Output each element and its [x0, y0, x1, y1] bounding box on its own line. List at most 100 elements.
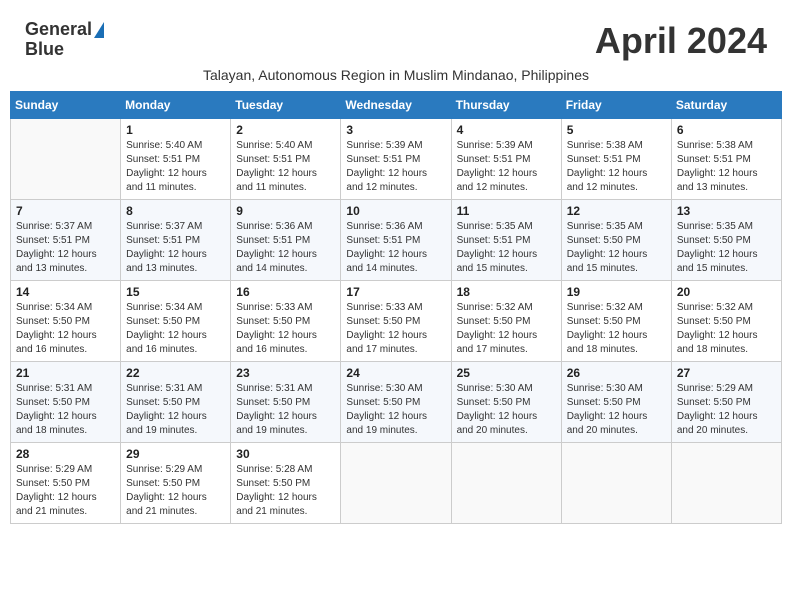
calendar-table: SundayMondayTuesdayWednesdayThursdayFrid…: [10, 91, 782, 524]
calendar-day-cell: 12Sunrise: 5:35 AMSunset: 5:50 PMDayligh…: [561, 200, 671, 281]
weekday-header-friday: Friday: [561, 92, 671, 119]
logo: General Blue: [25, 20, 104, 60]
calendar-header-row: SundayMondayTuesdayWednesdayThursdayFrid…: [11, 92, 782, 119]
day-number: 27: [677, 366, 776, 380]
calendar-week-row: 28 Sunrise: 5:29 AMSunset: 5:50 PMDayligh…: [11, 443, 782, 524]
day-number: 11: [457, 204, 556, 218]
weekday-header-sunday: Sunday: [11, 92, 121, 119]
day-info: Sunrise: 5:39 AMSunset: 5:51 PMDaylight:…: [346, 139, 445, 195]
day-info: Sunrise: 5:39 AMSunset: 5:51 PMDaylight:…: [457, 139, 556, 195]
day-number: 18: [457, 285, 556, 299]
calendar-day-cell: [451, 443, 561, 524]
calendar-day-cell: 10Sunrise: 5:36 AMSunset: 5:51 PMDayligh…: [341, 200, 451, 281]
calendar-subtitle: Talayan, Autonomous Region in Muslim Min…: [10, 67, 782, 83]
calendar-day-cell: 13 Sunrise: 5:35 AMSunset: 5:50 PMDayligh…: [671, 200, 781, 281]
day-info: Sunrise: 5:29 AMSunset: 5:50 PMDaylight:…: [677, 382, 776, 438]
calendar-day-cell: 20Sunrise: 5:32 AMSunset: 5:50 PMDayligh…: [671, 281, 781, 362]
day-number: 5: [567, 123, 666, 137]
day-info: Sunrise: 5:29 AMSunset: 5:50 PMDaylight:…: [16, 463, 115, 519]
day-number: 7: [16, 204, 115, 218]
day-info: Sunrise: 5:40 AMSunset: 5:51 PMDaylight:…: [126, 139, 225, 195]
day-number: 19: [567, 285, 666, 299]
calendar-day-cell: 8Sunrise: 5:37 AMSunset: 5:51 PMDaylight…: [121, 200, 231, 281]
logo-general-text: General: [25, 20, 92, 40]
calendar-day-cell: 16 Sunrise: 5:33 AMSunset: 5:50 PMDayligh…: [231, 281, 341, 362]
calendar-day-cell: 30Sunrise: 5:28 AMSunset: 5:50 PMDayligh…: [231, 443, 341, 524]
day-info: Sunrise: 5:33 AMSunset: 5:50 PMDaylight:…: [236, 301, 335, 357]
day-number: 21: [16, 366, 115, 380]
day-number: 28: [16, 447, 115, 461]
calendar-day-cell: 21 Sunrise: 5:31 AMSunset: 5:50 PMDayligh…: [11, 362, 121, 443]
calendar-day-cell: 11 Sunrise: 5:35 AMSunset: 5:51 PMDayligh…: [451, 200, 561, 281]
calendar-day-cell: [11, 119, 121, 200]
day-number: 3: [346, 123, 445, 137]
day-info: Sunrise: 5:29 AMSunset: 5:50 PMDaylight:…: [126, 463, 225, 519]
day-number: 17: [346, 285, 445, 299]
day-info: Sunrise: 5:35 AMSunset: 5:51 PMDaylight:…: [457, 220, 556, 276]
day-info: Sunrise: 5:30 AMSunset: 5:50 PMDaylight:…: [346, 382, 445, 438]
calendar-day-cell: 22Sunrise: 5:31 AMSunset: 5:50 PMDayligh…: [121, 362, 231, 443]
calendar-day-cell: 29 Sunrise: 5:29 AMSunset: 5:50 PMDayligh…: [121, 443, 231, 524]
calendar-day-cell: 23 Sunrise: 5:31 AMSunset: 5:50 PMDayligh…: [231, 362, 341, 443]
calendar-day-cell: 1 Sunrise: 5:40 AMSunset: 5:51 PMDaylight…: [121, 119, 231, 200]
calendar-day-cell: 15Sunrise: 5:34 AMSunset: 5:50 PMDayligh…: [121, 281, 231, 362]
day-info: Sunrise: 5:31 AMSunset: 5:50 PMDaylight:…: [236, 382, 335, 438]
calendar-day-cell: 27 Sunrise: 5:29 AMSunset: 5:50 PMDayligh…: [671, 362, 781, 443]
calendar-body: 1 Sunrise: 5:40 AMSunset: 5:51 PMDaylight…: [11, 119, 782, 524]
calendar-day-cell: 5Sunrise: 5:38 AMSunset: 5:51 PMDaylight…: [561, 119, 671, 200]
calendar-week-row: 7 Sunrise: 5:37 AMSunset: 5:51 PMDaylight…: [11, 200, 782, 281]
day-info: Sunrise: 5:37 AMSunset: 5:51 PMDaylight:…: [16, 220, 115, 276]
day-number: 2: [236, 123, 335, 137]
day-info: Sunrise: 5:40 AMSunset: 5:51 PMDaylight:…: [236, 139, 335, 195]
calendar-day-cell: 3 Sunrise: 5:39 AMSunset: 5:51 PMDaylight…: [341, 119, 451, 200]
day-number: 29: [126, 447, 225, 461]
day-number: 13: [677, 204, 776, 218]
day-number: 14: [16, 285, 115, 299]
day-number: 16: [236, 285, 335, 299]
calendar-day-cell: 18 Sunrise: 5:32 AMSunset: 5:50 PMDayligh…: [451, 281, 561, 362]
day-info: Sunrise: 5:36 AMSunset: 5:51 PMDaylight:…: [236, 220, 335, 276]
page-header: General Blue April 2024: [10, 10, 782, 67]
day-number: 1: [126, 123, 225, 137]
month-title: April 2024: [595, 20, 767, 62]
day-info: Sunrise: 5:32 AMSunset: 5:50 PMDaylight:…: [457, 301, 556, 357]
calendar-week-row: 21 Sunrise: 5:31 AMSunset: 5:50 PMDayligh…: [11, 362, 782, 443]
weekday-header-wednesday: Wednesday: [341, 92, 451, 119]
day-info: Sunrise: 5:30 AMSunset: 5:50 PMDaylight:…: [567, 382, 666, 438]
day-info: Sunrise: 5:32 AMSunset: 5:50 PMDaylight:…: [677, 301, 776, 357]
day-number: 6: [677, 123, 776, 137]
calendar-day-cell: 24 Sunrise: 5:30 AMSunset: 5:50 PMDayligh…: [341, 362, 451, 443]
calendar-day-cell: 9 Sunrise: 5:36 AMSunset: 5:51 PMDaylight…: [231, 200, 341, 281]
day-number: 9: [236, 204, 335, 218]
logo-triangle-icon: [94, 22, 104, 38]
calendar-day-cell: [561, 443, 671, 524]
day-info: Sunrise: 5:32 AMSunset: 5:50 PMDaylight:…: [567, 301, 666, 357]
day-number: 22: [126, 366, 225, 380]
day-info: Sunrise: 5:31 AMSunset: 5:50 PMDaylight:…: [16, 382, 115, 438]
calendar-day-cell: 17Sunrise: 5:33 AMSunset: 5:50 PMDayligh…: [341, 281, 451, 362]
day-info: Sunrise: 5:37 AMSunset: 5:51 PMDaylight:…: [126, 220, 225, 276]
weekday-header-monday: Monday: [121, 92, 231, 119]
day-number: 26: [567, 366, 666, 380]
logo-blue-text: Blue: [25, 40, 64, 60]
day-info: Sunrise: 5:35 AMSunset: 5:50 PMDaylight:…: [677, 220, 776, 276]
day-number: 23: [236, 366, 335, 380]
day-info: Sunrise: 5:38 AMSunset: 5:51 PMDaylight:…: [677, 139, 776, 195]
day-number: 25: [457, 366, 556, 380]
calendar-day-cell: 2 Sunrise: 5:40 AMSunset: 5:51 PMDaylight…: [231, 119, 341, 200]
calendar-day-cell: 7 Sunrise: 5:37 AMSunset: 5:51 PMDaylight…: [11, 200, 121, 281]
weekday-header-saturday: Saturday: [671, 92, 781, 119]
calendar-day-cell: 4 Sunrise: 5:39 AMSunset: 5:51 PMDaylight…: [451, 119, 561, 200]
calendar-day-cell: 6 Sunrise: 5:38 AMSunset: 5:51 PMDaylight…: [671, 119, 781, 200]
calendar-day-cell: [341, 443, 451, 524]
day-number: 24: [346, 366, 445, 380]
calendar-day-cell: 26 Sunrise: 5:30 AMSunset: 5:50 PMDayligh…: [561, 362, 671, 443]
day-info: Sunrise: 5:35 AMSunset: 5:50 PMDaylight:…: [567, 220, 666, 276]
day-number: 10: [346, 204, 445, 218]
day-number: 4: [457, 123, 556, 137]
weekday-header-tuesday: Tuesday: [231, 92, 341, 119]
day-number: 15: [126, 285, 225, 299]
day-info: Sunrise: 5:30 AMSunset: 5:50 PMDaylight:…: [457, 382, 556, 438]
calendar-day-cell: 28 Sunrise: 5:29 AMSunset: 5:50 PMDayligh…: [11, 443, 121, 524]
calendar-day-cell: [671, 443, 781, 524]
